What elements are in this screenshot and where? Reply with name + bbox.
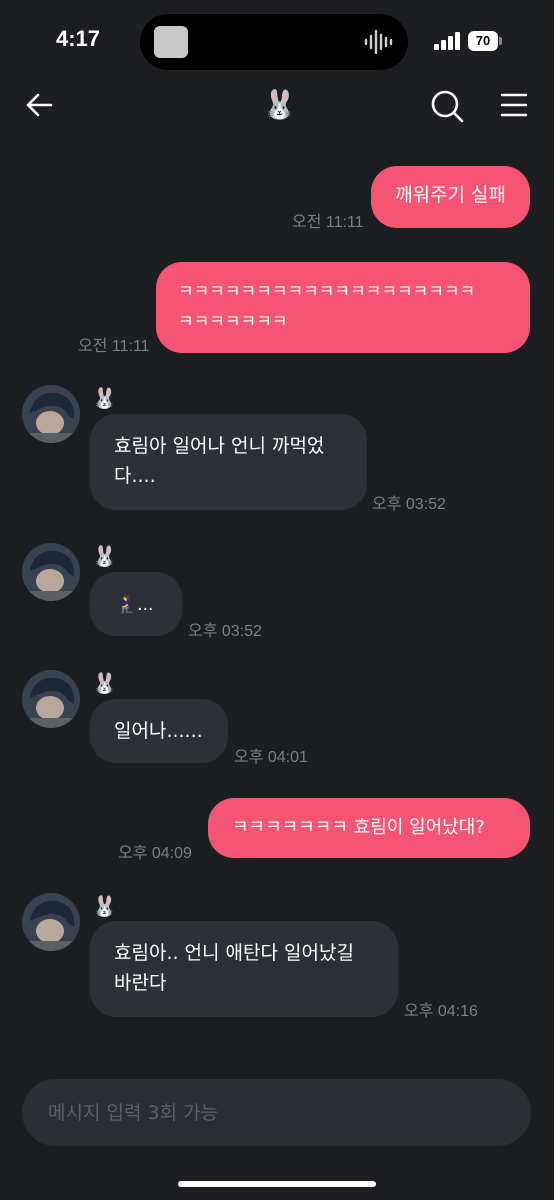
audio-wave-icon xyxy=(364,29,393,55)
message-text-line: 효림아 일어나 언니 까먹었 xyxy=(114,435,325,457)
message-timestamp: 오전 11:11 xyxy=(292,214,364,231)
chat-header: 🐰 xyxy=(0,80,554,136)
message-input[interactable] xyxy=(46,1100,531,1125)
home-indicator[interactable] xyxy=(178,1181,376,1187)
chat-title: 🐰 xyxy=(262,88,297,121)
received-message-bubble[interactable]: 효림아.. 언니 애탄다 일어났길 바란다 xyxy=(90,921,398,1017)
message-text-line: 바란다 xyxy=(114,972,167,994)
battery-icon: 70 xyxy=(468,31,502,51)
message-timestamp: 오후 04:16 xyxy=(404,1003,478,1020)
sender-name: 🐰 xyxy=(92,894,117,918)
sent-message-bubble[interactable]: 깨워주기 실패 xyxy=(371,166,530,228)
received-message-bubble[interactable]: 🧎‍♀️... xyxy=(90,572,182,636)
sent-message-bubble[interactable]: ㅋㅋㅋㅋㅋㅋㅋㅋㅋㅋㅋㅋㅋㅋㅋㅋㅋㅋㅋ ㅋㅋㅋㅋㅋㅋㅋ xyxy=(156,262,530,353)
message-text: 깨워주기 실패 xyxy=(395,184,506,206)
message-text-line: ㅋㅋㅋㅋㅋㅋㅋ xyxy=(178,312,288,332)
message-timestamp: 오후 03:52 xyxy=(188,623,262,640)
status-time: 4:17 xyxy=(56,26,101,51)
message-timestamp: 오후 04:01 xyxy=(234,749,308,766)
back-arrow-icon[interactable] xyxy=(24,90,54,120)
avatar-photo xyxy=(22,385,80,443)
now-playing-artwork xyxy=(154,26,188,58)
message-text-line: ㅋㅋㅋㅋㅋㅋㅋㅋㅋㅋㅋㅋㅋㅋㅋㅋㅋㅋㅋ xyxy=(178,282,476,302)
sender-avatar[interactable] xyxy=(22,385,80,443)
message-text: 🧎‍♀️... xyxy=(116,595,154,615)
message-text-line: 다.... xyxy=(114,465,156,487)
sender-avatar[interactable] xyxy=(22,543,80,601)
cellular-signal-icon xyxy=(434,32,460,50)
message-text: ㅋㅋㅋㅋㅋㅋㅋ 효림이 일어났대? xyxy=(232,817,485,838)
sender-name: 🐰 xyxy=(92,544,117,568)
message-text: 일어나...... xyxy=(114,720,203,742)
message-timestamp: 오후 03:52 xyxy=(372,496,446,513)
status-bar: 4:17 70 xyxy=(0,0,554,80)
sender-name: 🐰 xyxy=(92,671,117,695)
received-message-bubble[interactable]: 일어나...... xyxy=(90,699,228,763)
message-input-bar[interactable] xyxy=(22,1079,531,1146)
menu-icon[interactable] xyxy=(500,92,528,118)
sender-name: 🐰 xyxy=(92,386,117,410)
avatar-photo xyxy=(22,543,80,601)
message-timestamp: 오전 11:11 xyxy=(78,338,150,355)
sender-avatar[interactable] xyxy=(22,670,80,728)
avatar-photo xyxy=(22,670,80,728)
message-timestamp: 오후 04:09 xyxy=(118,845,192,862)
received-message-bubble[interactable]: 효림아 일어나 언니 까먹었 다.... xyxy=(90,414,367,510)
message-text-line: 효림아.. 언니 애탄다 일어났길 xyxy=(114,942,354,964)
sent-message-bubble[interactable]: ㅋㅋㅋㅋㅋㅋㅋ 효림이 일어났대? xyxy=(208,798,530,858)
avatar-photo xyxy=(22,893,80,951)
battery-level: 70 xyxy=(468,31,498,51)
search-icon[interactable] xyxy=(430,89,464,123)
sender-avatar[interactable] xyxy=(22,893,80,951)
dynamic-island xyxy=(140,14,408,70)
